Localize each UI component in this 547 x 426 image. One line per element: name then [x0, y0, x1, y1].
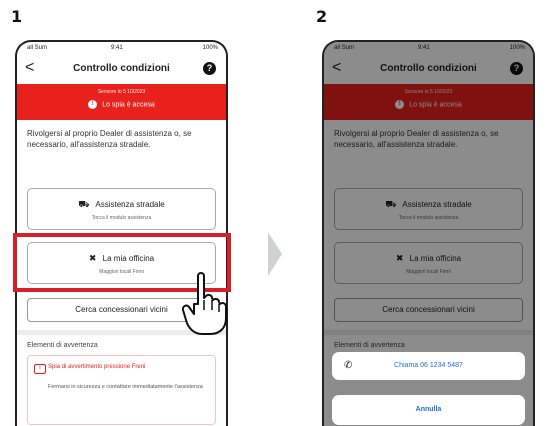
road-assistance-button[interactable]: ⛟ Assistenza stradale Tocca il modulo as… [27, 188, 216, 230]
cancel-button[interactable]: Annulla [332, 395, 525, 425]
call-button[interactable]: ✆ Chiama 06 1234 5487 [332, 352, 525, 380]
clock: 9:41 [111, 45, 123, 51]
status-bar: all Sum 9:41 100% [17, 42, 226, 56]
step-number-1: 1 [11, 7, 23, 26]
warning-item-body: Fermarsi in sicurezza e contattare immed… [48, 384, 203, 390]
intro-text: Rivolgersi al proprio Dealer di assisten… [27, 129, 192, 149]
warnings-heading: Elementi di avvertenza [27, 342, 98, 349]
road-assistance-label: Assistenza stradale [95, 200, 165, 209]
phone-screen-2: all Sum 9:41 100% < Controllo condizioni… [322, 40, 535, 426]
road-assistance-sub: Tocca il modulo assistenza [91, 215, 152, 221]
signal-indicator: all Sum [27, 45, 48, 51]
tow-truck-icon: ⛟ [78, 199, 90, 209]
help-icon[interactable]: ? [203, 62, 216, 75]
navigation-bar: < Controllo condizioni ? [17, 56, 226, 84]
call-label: Chiama 06 1234 5487 [394, 362, 463, 369]
phone-icon: ✆ [344, 360, 353, 371]
banner-alert: Lo spia è accesa [102, 101, 155, 109]
pointing-hand-icon [181, 272, 227, 335]
next-step-arrow-icon [268, 232, 282, 276]
battery-indicator: 100% [202, 45, 218, 51]
warning-card[interactable]: ! Spia di avvertimento pressione Freni F… [27, 355, 216, 425]
page-title: Controllo condizioni [73, 63, 170, 74]
warning-light-icon: ! [34, 364, 46, 374]
banner-date: Sensore lo 5 10/2023 [97, 89, 146, 95]
warning-item-title: Spia di avvertimento pressione Freni [48, 364, 146, 370]
warning-icon: ! [88, 100, 98, 109]
step-number-2: 2 [316, 7, 328, 26]
alert-banner: Sensore lo 5 10/2023 ! Lo spia è accesa [17, 84, 226, 120]
